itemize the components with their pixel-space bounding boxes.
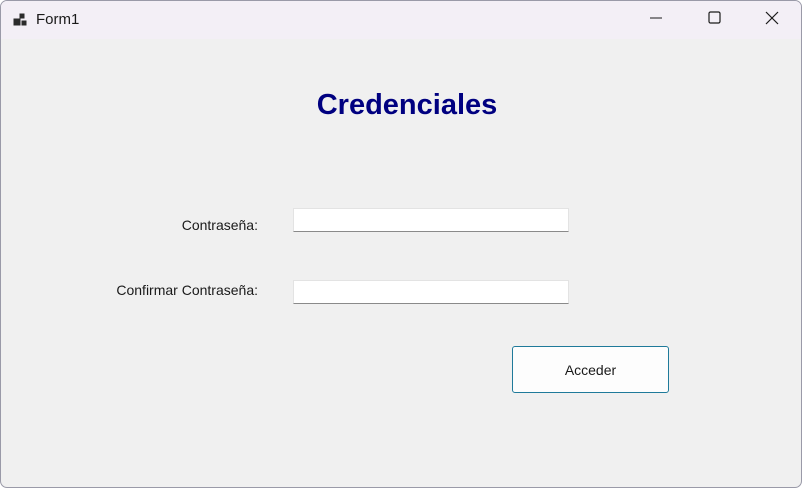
maximize-icon: [707, 11, 721, 29]
confirm-password-label: Confirmar Contraseña:: [116, 282, 258, 298]
title-bar[interactable]: Form1: [1, 1, 801, 39]
maximize-button[interactable]: [685, 1, 743, 39]
password-input[interactable]: [293, 208, 569, 232]
minimize-icon: [650, 11, 662, 29]
minimize-button[interactable]: [627, 1, 685, 39]
close-button[interactable]: [743, 1, 801, 39]
form-heading: Credenciales: [316, 89, 498, 121]
app-form-icon: [13, 12, 29, 28]
close-icon: [765, 11, 779, 30]
app-window: Form1 Credenciales Contraseña: Confirmar…: [0, 0, 802, 488]
window-title: Form1: [36, 11, 80, 28]
confirm-password-input[interactable]: [293, 280, 569, 304]
password-label: Contraseña:: [181, 217, 258, 233]
acceder-button[interactable]: Acceder: [512, 346, 669, 393]
